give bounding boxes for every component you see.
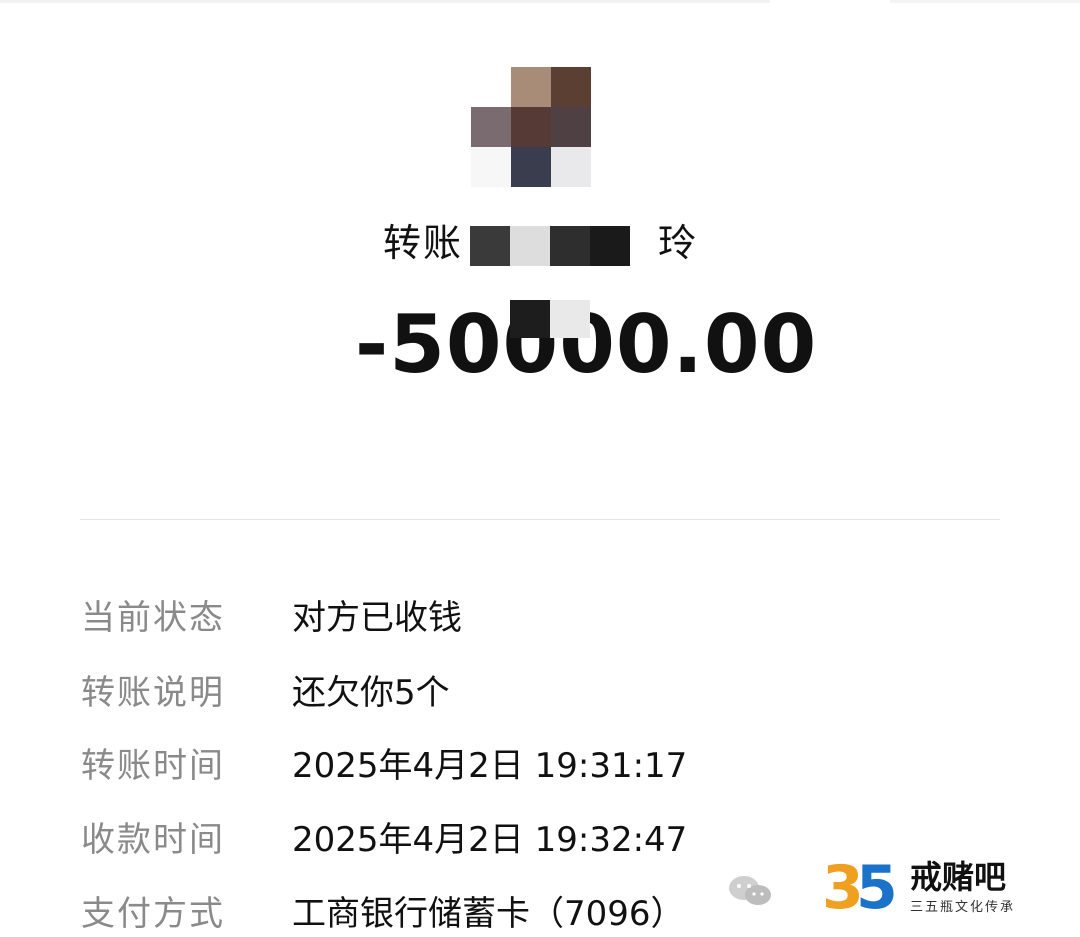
wechat-icon [729, 876, 771, 905]
detail-row-transfer-time: 转账时间 2025年4月2日 19:31:17 [0, 738, 1080, 798]
name-mosaic-block [590, 226, 630, 266]
title-prefix: 转账 [383, 221, 464, 265]
name-mosaic-block [510, 226, 550, 266]
detail-label: 支付方式 [81, 894, 225, 934]
amount-mosaic-block [510, 300, 550, 338]
detail-value: 对方已收钱 [292, 598, 462, 638]
avatar-pixel [551, 67, 591, 107]
amount-mosaic-block [550, 300, 590, 338]
avatar-pixel [511, 147, 551, 187]
avatar-pixel [511, 107, 551, 147]
title-suffix: 玲 [658, 221, 697, 265]
top-strip [0, 0, 1080, 3]
avatar-pixel [471, 67, 511, 107]
detail-label: 当前状态 [81, 598, 225, 638]
brand-logo: 3 5 [822, 853, 898, 914]
detail-value: 还欠你5个 [292, 673, 450, 713]
name-mosaic-block [550, 226, 590, 266]
detail-row-note: 转账说明 还欠你5个 [0, 665, 1080, 725]
svg-text:5: 5 [856, 853, 898, 914]
avatar-pixel [511, 67, 551, 107]
detail-value: 2025年4月2日 19:32:47 [292, 820, 688, 860]
name-mosaic [470, 226, 630, 276]
detail-label: 转账说明 [81, 673, 225, 713]
avatar [471, 67, 591, 187]
amount-mosaic [498, 300, 598, 342]
detail-value: 工商银行储蓄卡（7096） [292, 894, 685, 934]
transfer-detail-page: 转账 玲 -50000.00 当前状态 对方已收钱 转账说明 还欠你5个 转账时… [0, 0, 1080, 937]
avatar-pixel [551, 147, 591, 187]
watermark: 3 5 戒赌吧 三五瓶文化传承 [728, 850, 1068, 920]
detail-value: 2025年4月2日 19:31:17 [292, 746, 688, 786]
detail-row-status: 当前状态 对方已收钱 [0, 590, 1080, 650]
detail-label: 收款时间 [81, 820, 225, 860]
avatar-pixel [471, 107, 511, 147]
avatar-pixel [551, 107, 591, 147]
brand-tagline: 三五瓶文化传承 [910, 900, 1016, 915]
divider [80, 519, 1000, 520]
name-mosaic-block [470, 226, 510, 266]
transfer-title: 转账 玲 [0, 210, 1080, 266]
avatar-pixel [471, 147, 511, 187]
detail-label: 转账时间 [81, 746, 225, 786]
brand-name: 戒赌吧 [910, 858, 1007, 896]
